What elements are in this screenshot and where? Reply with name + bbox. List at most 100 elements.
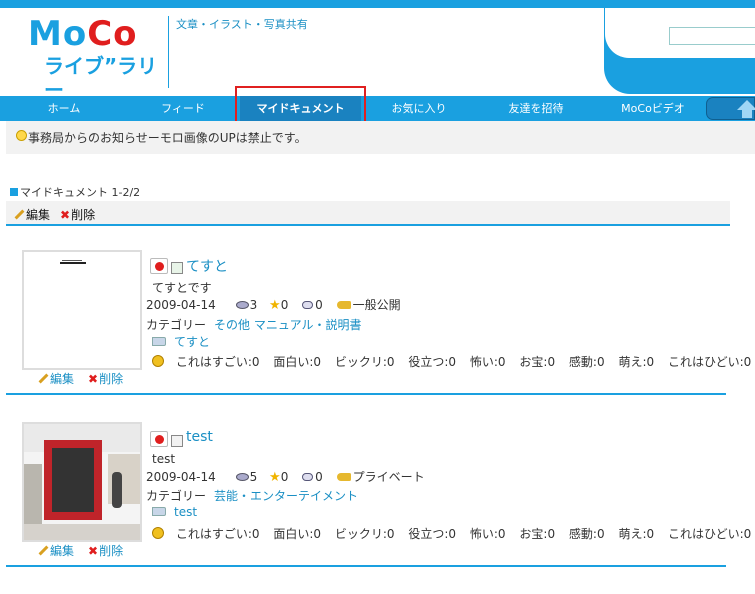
up-arrow-stem [742, 109, 752, 118]
comment-bubble-icon [302, 473, 314, 481]
category-link[interactable]: 芸能・エンターテイメント [214, 489, 358, 503]
star-icon: ★ [269, 470, 281, 485]
document-meta: 2009-04-14 3 ★0 0 一般公開 [146, 296, 401, 313]
reaction-item: これはすごい:0 [175, 527, 260, 541]
thumbnail-scribble-2 [62, 260, 82, 261]
file-type-icon [171, 435, 183, 447]
delete-x-icon: ✖ [88, 544, 99, 558]
tag-link[interactable]: test [174, 505, 197, 519]
scroll-top-button[interactable] [706, 97, 755, 120]
notice-message: 事務局からのお知らせーモロ画像のUPは禁止です。 [28, 131, 307, 145]
comment-count: 0 [315, 298, 323, 312]
document-divider [6, 565, 726, 567]
category-label: カテゴリー [146, 489, 207, 503]
document-tag-row: test [152, 505, 197, 519]
thumbnail-photo [24, 424, 140, 540]
views-eye-icon [235, 301, 249, 309]
key-icon [336, 473, 351, 481]
document-divider [6, 393, 726, 395]
thumbnail-scribble [60, 262, 86, 264]
document-date: 2009-04-14 [146, 470, 216, 484]
view-count: 3 [249, 298, 258, 312]
category-label: カテゴリー [146, 318, 207, 332]
section-title: マイドキュメント 1-2/2 [10, 184, 140, 200]
document-meta: 2009-04-14 5 ★0 0 プライベート [146, 468, 425, 485]
top-accent-bar [0, 0, 755, 8]
view-count: 5 [249, 470, 258, 484]
visibility-status: 一般公開 [352, 298, 401, 312]
star-count: 0 [280, 470, 289, 484]
nav-moco-video[interactable]: MoCoビデオ [598, 96, 708, 121]
document-thumbnail[interactable] [22, 422, 142, 542]
comment-count: 0 [315, 470, 323, 484]
document-title-link[interactable]: てすと [186, 256, 228, 276]
star-count: 0 [280, 298, 289, 312]
notice-bar: 事務局からのお知らせーモロ画像のUPは禁止です。 [6, 121, 755, 154]
square-bullet-icon [10, 188, 18, 196]
bulk-edit-button[interactable]: 編集 [14, 206, 50, 223]
document-item: 編集 ✖削除 test test 2009-04-14 5 ★0 0 プライベー… [0, 396, 755, 567]
document-edit-button[interactable]: 編集 [38, 370, 74, 387]
tag-link[interactable]: てすと [174, 335, 210, 349]
nav-home[interactable]: ホーム [0, 96, 128, 121]
logo-main-text: MoCo [28, 14, 138, 54]
japan-flag-icon [150, 431, 168, 447]
reaction-item: 役立つ:0 [408, 527, 457, 541]
main-nav: ホーム フィード マイドキュメント お気に入り 友達を招待 MoCoビデオ [0, 96, 755, 121]
document-delete-button[interactable]: ✖削除 [88, 542, 123, 559]
moco-logo[interactable]: MoCo ライブ”ラリー [28, 14, 163, 102]
medal-icon [152, 355, 164, 367]
reaction-item: 役立つ:0 [408, 355, 457, 369]
medal-icon [152, 527, 164, 539]
document-description: test [152, 452, 176, 466]
star-icon: ★ [269, 298, 281, 313]
key-icon [336, 301, 351, 309]
pencil-icon [38, 373, 49, 384]
document-title-link[interactable]: test [186, 429, 213, 445]
document-thumbnail[interactable] [22, 250, 142, 370]
visibility-status: プライベート [352, 470, 425, 484]
logo-sub-text: ライブ”ラリー [44, 54, 158, 102]
reaction-item: 面白い:0 [273, 355, 322, 369]
delete-x-icon: ✖ [88, 372, 99, 386]
lightbulb-icon [16, 130, 27, 141]
reaction-item: 感動:0 [568, 355, 605, 369]
document-edit-button[interactable]: 編集 [38, 542, 74, 559]
document-reactions: これはすごい:0 面白い:0 ビックリ:0 役立つ:0 怖い:0 お宝:0 感動… [152, 353, 755, 370]
category-link[interactable]: その他 マニュアル・説明書 [214, 318, 361, 332]
pencil-icon [14, 209, 25, 220]
reaction-item: 萌え:0 [618, 527, 655, 541]
views-eye-icon [235, 473, 249, 481]
reaction-item: 萌え:0 [618, 355, 655, 369]
bulk-delete-button[interactable]: ✖削除 [60, 206, 95, 223]
japan-flag-icon [150, 258, 168, 274]
reaction-item: これはすごい:0 [175, 355, 260, 369]
document-description: てすとです [152, 281, 212, 295]
tag-icon [152, 337, 166, 346]
search-input[interactable] [669, 27, 755, 45]
reaction-item: 面白い:0 [273, 527, 322, 541]
document-delete-button[interactable]: ✖削除 [88, 370, 123, 387]
document-reactions: これはすごい:0 面白い:0 ビックリ:0 役立つ:0 怖い:0 お宝:0 感動… [152, 525, 755, 542]
document-category-row: カテゴリー 芸能・エンターテイメント [146, 487, 358, 504]
document-tag-row: てすと [152, 333, 210, 350]
reaction-item: 怖い:0 [469, 527, 506, 541]
pencil-icon [38, 545, 49, 556]
notice-text-wrap: 事務局からのお知らせーモロ画像のUPは禁止です。 [16, 129, 307, 146]
logo-divider [168, 16, 169, 88]
file-type-icon [171, 262, 183, 274]
delete-x-icon: ✖ [60, 208, 71, 222]
reaction-item: 感動:0 [568, 527, 605, 541]
nav-invite-friends[interactable]: 友達を招待 [480, 96, 592, 121]
reaction-item: これはひどい:0 [667, 355, 752, 369]
site-tagline: 文章・イラスト・写真共有 [176, 18, 308, 31]
document-category-row: カテゴリー その他 マニュアル・説明書 [146, 316, 361, 333]
reaction-item: ビックリ:0 [334, 355, 395, 369]
nav-feed[interactable]: フィード [128, 96, 238, 121]
reaction-item: お宝:0 [519, 527, 556, 541]
document-item: 編集 ✖削除 てすと てすとです 2009-04-14 3 ★0 0 一般公開 … [0, 226, 755, 396]
document-date: 2009-04-14 [146, 298, 216, 312]
reaction-item: お宝:0 [519, 355, 556, 369]
reaction-item: ビックリ:0 [334, 527, 395, 541]
nav-favorites[interactable]: お気に入り [364, 96, 474, 121]
